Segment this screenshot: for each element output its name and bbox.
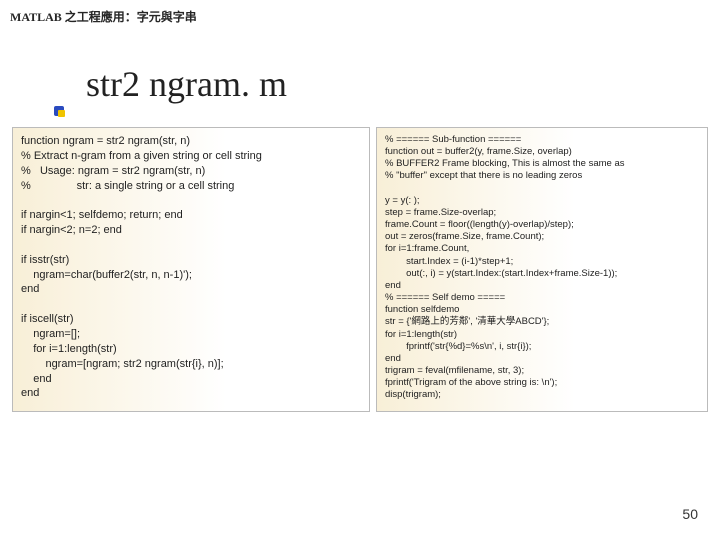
code-pane-right: % ====== Sub-function ====== function ou… [376, 127, 708, 412]
page-header: MATLAB 之工程應用：字元與字串 [0, 0, 720, 25]
code-left: function ngram = str2 ngram(str, n) % Ex… [21, 134, 361, 401]
code-right: % ====== Sub-function ====== function ou… [385, 134, 699, 401]
slide-title: str2 ngram. m [86, 63, 720, 105]
code-panes: function ngram = str2 ngram(str, n) % Ex… [12, 127, 708, 412]
title-bullet-icon [54, 106, 66, 118]
code-pane-left: function ngram = str2 ngram(str, n) % Ex… [12, 127, 370, 412]
page-number: 50 [682, 506, 698, 522]
